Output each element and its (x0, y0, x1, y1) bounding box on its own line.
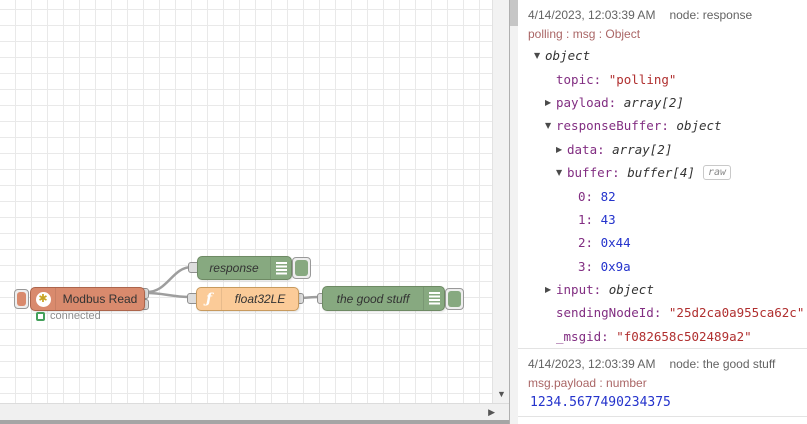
response-debug-icon-area (270, 257, 291, 279)
wire-modbus-response[interactable] (146, 265, 193, 294)
response-node-label: response (209, 261, 259, 275)
debug-key: buffer: (567, 165, 628, 181)
debug-console-icon (428, 292, 440, 305)
float32le-node-label: float32LE (234, 292, 286, 306)
flow-canvas[interactable]: ✱ Modbus Read response ƒ float32LE the g… (0, 0, 492, 403)
modbus-node-label: Modbus Read (62, 292, 138, 306)
debug-value: 0x9a (600, 258, 631, 274)
debug-timestamp: 4/14/2023, 12:03:39 AM (528, 357, 656, 372)
canvas-horizontal-scrollbar[interactable]: ▶ (0, 403, 509, 424)
modbus-gear-icon: ✱ (35, 291, 51, 307)
goodstuff-toggle-fill (448, 291, 461, 307)
scroll-right-arrow-icon[interactable]: ▶ (488, 407, 495, 418)
debug-key: 2: (578, 235, 601, 251)
node-modbus-read[interactable]: ✱ Modbus Read (30, 287, 145, 311)
debug-value: "f082658c502489a2" (616, 328, 752, 344)
collapse-arrow-icon[interactable]: ▼ (545, 121, 556, 130)
debug-tree-row[interactable]: 1: 43 (518, 208, 807, 231)
goodstuff-node-label: the good stuff (336, 291, 410, 306)
expand-arrow-icon[interactable]: ▶ (545, 285, 556, 294)
response-toggle-fill (295, 260, 308, 276)
debug-tree-row[interactable]: ▶ data: array[2] (518, 138, 807, 161)
debug-value: array[2] (612, 141, 673, 157)
debug-key: topic: (556, 71, 609, 87)
goodstuff-debug-toggle-button[interactable] (445, 288, 464, 310)
debug-source-node: node: the good stuff (669, 357, 776, 372)
debug-tree-row[interactable]: sendingNodeId: "25d2ca0a955ca62c" (518, 301, 807, 324)
debug-key: 3: (578, 258, 601, 274)
debug-key: input: (556, 282, 609, 298)
debug-value: "polling" (608, 71, 677, 87)
debug-tree-row[interactable]: topic: "polling" (518, 67, 807, 90)
collapse-arrow-icon[interactable]: ▼ (556, 168, 567, 177)
function-icon-area: ƒ (197, 288, 222, 310)
debug-console-icon (275, 261, 287, 275)
node-red-window: ✱ Modbus Read response ƒ float32LE the g… (0, 0, 807, 424)
node-response[interactable]: response (197, 256, 292, 280)
modbus-node-button-fill (17, 292, 26, 306)
debug-sidebar: 4/14/2023, 12:03:39 AM node: response pol… (518, 0, 807, 424)
debug-tree-row[interactable]: ▼ responseBuffer: object (518, 114, 807, 137)
canvas-vertical-scrollbar[interactable]: ▼ (492, 0, 510, 403)
function-f-icon: ƒ (205, 291, 213, 307)
raw-toggle-button[interactable]: raw (702, 165, 732, 181)
debug-timestamp: 4/14/2023, 12:03:39 AM (528, 8, 656, 22)
node-float32le[interactable]: ƒ float32LE (196, 287, 299, 311)
debug-source-node: node: response (669, 8, 753, 22)
debug-value: object (608, 282, 654, 298)
expand-arrow-icon[interactable]: ▶ (545, 98, 556, 107)
debug-object-tree: ▼ object topic: "polling" ▶ payload: array[2… (518, 44, 807, 348)
debug-tree-row[interactable]: 3: 0x9a (518, 255, 807, 278)
debug-key: responseBuffer: (556, 118, 677, 134)
debug-value: buffer[4] (627, 165, 695, 181)
node-the-good-stuff[interactable]: the good stuff (322, 286, 445, 311)
debug-value: object (676, 118, 722, 134)
debug-value: object (545, 48, 591, 64)
debug-message-header: 4/14/2023, 12:03:39 AM node: the good stu… (518, 355, 807, 373)
debug-tree-row[interactable]: 0: 82 (518, 184, 807, 207)
debug-tree-row[interactable]: 2: 0x44 (518, 231, 807, 254)
status-connected-icon (36, 311, 45, 321)
debug-value: 0x44 (600, 235, 631, 251)
debug-key: _msgid: (556, 328, 617, 344)
response-debug-toggle-button[interactable] (292, 257, 311, 279)
debug-value: 82 (600, 188, 616, 204)
debug-message-meta: msg.payload : number (528, 376, 647, 391)
debug-message[interactable]: 4/14/2023, 12:03:39 AM node: response pol… (518, 0, 807, 350)
debug-message[interactable]: 4/14/2023, 12:03:39 AM node: the good stu… (518, 349, 807, 418)
debug-tree-row[interactable]: ▼ buffer: buffer[4] raw (518, 161, 807, 184)
debug-message-meta: polling : msg : Object (528, 27, 641, 41)
debug-tree-row[interactable]: ▶ input: object (518, 278, 807, 301)
goodstuff-debug-icon-area (423, 287, 444, 310)
debug-key: 0: (578, 188, 601, 204)
debug-value: "25d2ca0a955ca62c" (668, 305, 805, 321)
scroll-down-arrow-icon[interactable]: ▼ (493, 389, 510, 399)
debug-tree-row[interactable]: ▼ object (518, 44, 807, 67)
collapse-arrow-icon[interactable]: ▼ (534, 51, 545, 60)
expand-arrow-icon[interactable]: ▶ (556, 145, 567, 154)
modbus-status: connected (36, 310, 101, 322)
debug-payload-value: 1234.5677490234375 (530, 395, 671, 411)
debug-message-header: 4/14/2023, 12:03:39 AM node: response (518, 6, 807, 24)
debug-value: 43 (600, 211, 616, 227)
wires-layer (146, 265, 321, 300)
h-scrollbar-thumb[interactable] (0, 420, 509, 424)
debug-key: data: (567, 141, 613, 157)
status-label: connected (50, 310, 101, 322)
debug-key: payload: (556, 94, 624, 110)
modbus-icon-area: ✱ (31, 288, 56, 310)
wire-modbus-float32le[interactable] (146, 291, 192, 299)
debug-tree-row[interactable]: ▶ payload: array[2] (518, 91, 807, 114)
debug-key: 1: (578, 211, 601, 227)
debug-tree-row[interactable]: _msgid: "f082658c502489a2" (518, 325, 807, 348)
modbus-node-button[interactable] (14, 289, 29, 309)
debug-value: array[2] (623, 94, 684, 110)
debug-key: sendingNodeId: (556, 305, 669, 321)
